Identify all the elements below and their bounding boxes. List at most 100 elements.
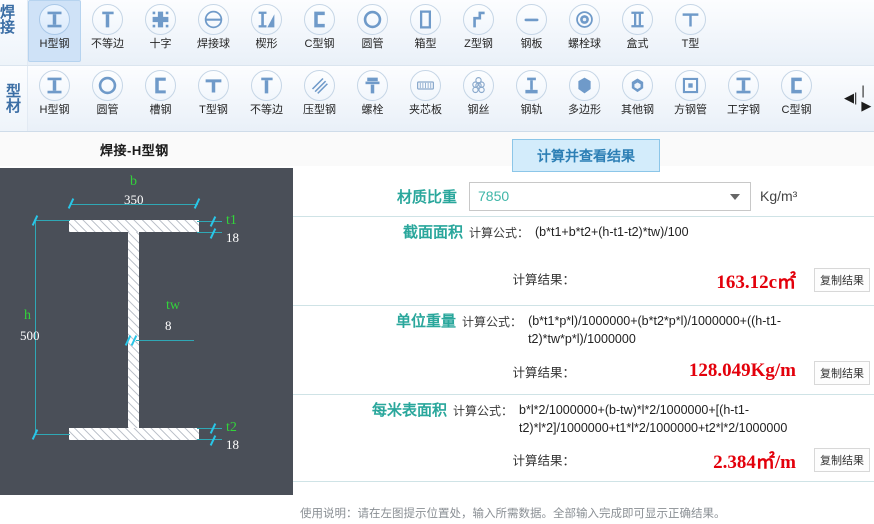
ribbon-tile-c-steel[interactable]: C型钢 <box>770 66 823 128</box>
density-value: 7850 <box>478 188 510 204</box>
section-name-unit-weight: 单位重量 <box>396 313 457 330</box>
copy-result-button-surface-area[interactable]: 复制结果 <box>814 448 870 472</box>
t-section-icon <box>675 4 706 35</box>
sandwich-panel-icon <box>410 70 441 101</box>
ribbon-tile-label: C型钢 <box>781 104 812 116</box>
ribbon-tile-box-type[interactable]: 盒式 <box>611 0 664 62</box>
result-caption-area: 计算结果： <box>512 272 575 287</box>
ribbon-tile-welded-ball[interactable]: 焊接球 <box>187 0 240 62</box>
result-value-area: 163.12c㎡ <box>716 272 796 293</box>
unequal-angle-icon <box>251 70 282 101</box>
h-beam-icon <box>39 4 70 35</box>
ribbon-tile-profiled-steel[interactable]: 压型钢 <box>293 66 346 128</box>
copy-result-button-unit-weight[interactable]: 复制结果 <box>814 361 870 385</box>
ribbon-row-welding-tiles: H型钢 不等边 十字 焊接球 楔形 C型钢 圆管 箱型 Z型钢 钢板 螺栓球 盒式 T型 <box>28 0 874 62</box>
ribbon-tile-steel-plate[interactable]: 钢板 <box>505 0 558 62</box>
ribbon-tile-t-section[interactable]: T型 <box>664 0 717 62</box>
web-shape <box>128 232 139 428</box>
chevron-down-icon[interactable] <box>730 193 740 200</box>
formula-text-surface-area: b*l*2/1000000+(b-tw)*l*2/1000000+[(h-t1-… <box>519 403 788 435</box>
density-label: 材质比重 <box>396 188 457 206</box>
ribbon-tile-z-section[interactable]: Z型钢 <box>452 0 505 62</box>
bolt-ball-icon <box>569 4 600 35</box>
ribbon-tile-other-steel[interactable]: 其他钢 <box>611 66 664 128</box>
ribbon-tile-label: Z型钢 <box>464 38 493 50</box>
dim-line-t1-upper <box>197 221 222 222</box>
cross-section-icon <box>145 4 176 35</box>
ribbon-tile-polygon[interactable]: 多边形 <box>558 66 611 128</box>
i-beam-icon <box>728 70 759 101</box>
ribbon-tile-box-section[interactable]: 箱型 <box>399 0 452 62</box>
wedge-icon <box>251 4 282 35</box>
ribbon-nav-buttons: ◀| |▶ <box>844 66 874 128</box>
nav-prev-icon[interactable]: ◀| <box>844 90 857 106</box>
dim-value-t2[interactable]: 18 <box>226 437 239 453</box>
ribbon-tile-label: T型钢 <box>199 104 228 116</box>
ribbon-tile-channel-steel[interactable]: 槽钢 <box>134 66 187 128</box>
ribbon-tile-unequal-angle[interactable]: 不等边 <box>81 0 134 62</box>
ribbon-tile-label: 焊接球 <box>197 38 230 50</box>
formula-caption-surface-area: 计算公式： <box>452 404 513 418</box>
ribbon-tile-bolt-ball[interactable]: 螺栓球 <box>558 0 611 62</box>
dim-value-b[interactable]: 350 <box>124 192 144 208</box>
ribbon-tile-steel-wire[interactable]: 钢丝 <box>452 66 505 128</box>
ribbon-group-label-profiles-line1: 型 <box>5 83 21 100</box>
ribbon-tile-label: 螺栓 <box>361 104 384 116</box>
steel-calculator-app: 焊接 H型钢 不等边 十字 焊接球 楔形 C型钢 圆管 箱型 Z型钢 钢板 螺栓球 盒式 T型 型 材 … <box>0 0 874 524</box>
formula-text-area: (b*t1+b*t2+(h-t1-t2)*tw)/100 <box>535 225 689 239</box>
ribbon-tile-label: 钢板 <box>520 38 543 50</box>
formula-row-unit-weight: 单位重量 计算公式： (b*t1*p*l)/1000000+(b*t2*p*l)… <box>293 306 874 348</box>
ribbon-tile-wedge[interactable]: 楔形 <box>240 0 293 62</box>
ribbon-tile-label: H型钢 <box>39 104 70 116</box>
round-pipe-icon <box>92 70 123 101</box>
ribbon-group-label-profiles: 型 材 <box>0 66 28 131</box>
ribbon-row-welding: 焊接 H型钢 不等边 十字 焊接球 楔形 C型钢 圆管 箱型 Z型钢 钢板 螺栓球 盒式 T型 <box>0 0 874 66</box>
nav-next-icon[interactable]: |▶ <box>861 83 874 114</box>
density-select[interactable]: 7850 <box>469 181 751 211</box>
usage-hint: 使用说明：请在左图提示位置处，输入所需数据。全部输入完成即可显示正确结果。 <box>300 508 726 520</box>
ribbon-tile-sandwich-panel[interactable]: 夹芯板 <box>399 66 452 128</box>
ribbon-tile-label: 压型钢 <box>303 104 336 116</box>
ribbon-tile-label: C型钢 <box>304 38 335 50</box>
formula-row-surface-area: 每米表面积 计算公式： b*l*2/1000000+(b-tw)*l*2/100… <box>293 395 874 437</box>
ribbon-tile-i-beam[interactable]: 工字钢 <box>717 66 770 128</box>
ribbon-tile-label: 工字钢 <box>727 104 760 116</box>
bolt-icon <box>357 70 388 101</box>
ribbon-tile-label: 多边形 <box>568 104 601 116</box>
ribbon-tile-c-channel[interactable]: C型钢 <box>293 0 346 62</box>
dim-symbol-tw: tw <box>166 298 180 313</box>
page-title: 焊接-H型钢 <box>100 143 169 158</box>
cross-section-diagram: b 350 t1 18 h 500 tw 8 t2 18 <box>0 168 293 495</box>
dim-tick-t1-b <box>209 228 217 239</box>
dim-value-h[interactable]: 500 <box>20 328 40 344</box>
profiled-steel-icon <box>304 70 335 101</box>
dim-value-t1[interactable]: 18 <box>226 230 239 246</box>
ribbon-tile-bolt[interactable]: 螺栓 <box>346 66 399 128</box>
ribbon-tile-round-pipe[interactable]: 圆管 <box>346 0 399 62</box>
dim-line-h-bottom-lead <box>35 434 70 435</box>
ribbon-tile-round-pipe[interactable]: 圆管 <box>81 66 134 128</box>
ribbon-tile-unequal-angle[interactable]: 不等边 <box>240 66 293 128</box>
dim-value-tw[interactable]: 8 <box>165 318 172 334</box>
copy-result-button-area[interactable]: 复制结果 <box>814 268 870 292</box>
ribbon-tile-label: 楔形 <box>255 38 278 50</box>
divider-hint <box>293 481 874 482</box>
dim-tick-b-right <box>193 198 201 209</box>
steel-plate-icon <box>516 4 547 35</box>
ribbon-tile-square-pipe[interactable]: 方钢管 <box>664 66 717 128</box>
ribbon-row-profiles-tiles: H型钢 圆管 槽钢 T型钢 不等边 压型钢 螺栓 夹芯板 钢丝 钢轨 多边形 其他钢 方钢管 工字钢 C型钢 <box>28 66 844 128</box>
dim-line-h-vertical <box>35 220 36 434</box>
ribbon-tile-steel-rail[interactable]: 钢轨 <box>505 66 558 128</box>
ribbon-tile-label: T型 <box>681 38 700 50</box>
box-section-icon <box>410 4 441 35</box>
c-steel-icon <box>781 70 812 101</box>
calculate-button[interactable]: 计算并查看结果 <box>512 139 660 172</box>
ribbon-tile-t-steel[interactable]: T型钢 <box>187 66 240 128</box>
ribbon-tile-h-beam[interactable]: H型钢 <box>28 66 81 128</box>
ribbon-tile-h-beam[interactable]: H型钢 <box>28 0 81 62</box>
dim-tick-t2-b <box>209 435 217 446</box>
ribbon-tile-label: H型钢 <box>39 38 70 50</box>
ribbon-tile-cross-section[interactable]: 十字 <box>134 0 187 62</box>
ribbon-tile-label: 钢丝 <box>467 104 490 116</box>
welded-ball-icon <box>198 4 229 35</box>
